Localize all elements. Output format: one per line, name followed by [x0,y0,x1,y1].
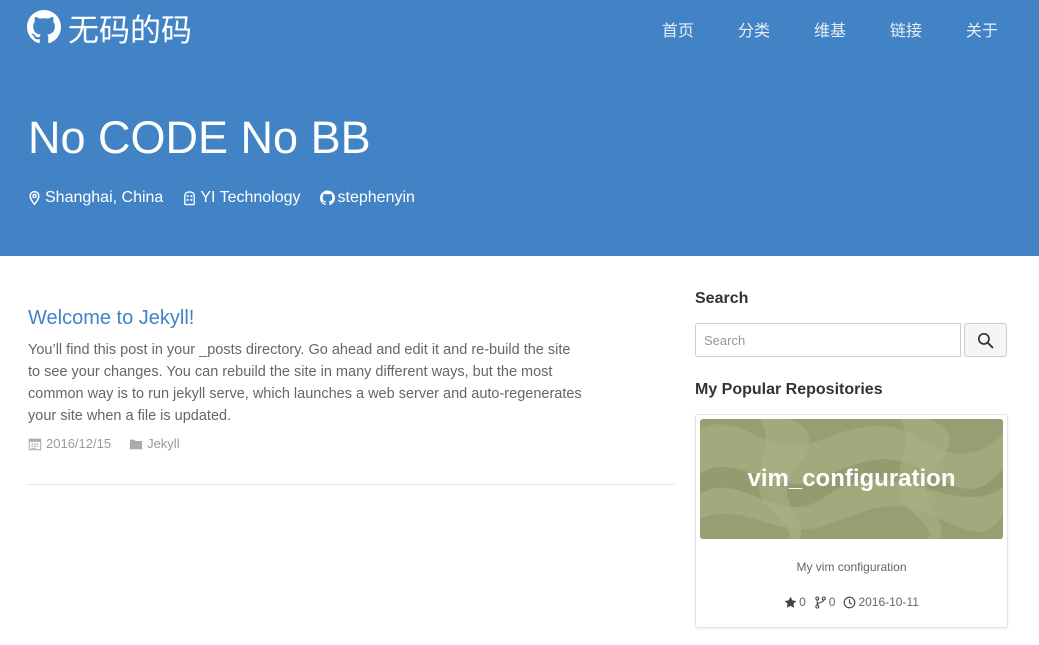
repo-card: vim_configuration My vim configuration 0… [695,414,1008,628]
repo-updated-date: 2016-10-11 [858,595,919,609]
site-header: 无码的码 首页 分类 维基 链接 关于 No CODE No BB Shangh… [0,0,1039,256]
repo-forks-count: 0 [828,595,836,609]
clock-icon [844,596,856,608]
organization-icon [184,191,196,206]
post-excerpt: You’ll find this post in your _posts dir… [28,342,582,424]
profile-meta: Shanghai, China YI Technology stephenyin [27,189,434,207]
folder-icon [129,439,143,449]
search-form [695,323,1008,357]
repo-name-link[interactable]: vim_configuration [700,419,1003,539]
github-username: stephenyin [337,189,415,206]
calendar-icon [28,438,42,450]
map-marker-icon [29,190,40,206]
post-divider [28,484,675,485]
github-icon [27,10,61,44]
fork-icon [815,595,826,609]
repo-stars: 0 [784,595,806,609]
nav-about[interactable]: 关于 [966,20,998,42]
site-title: No CODE No BB [28,112,371,163]
nav-home[interactable]: 首页 [662,20,694,42]
repo-updated: 2016-10-11 [843,595,919,609]
sidebar: Search My Popular Repositories vim_confi… [695,289,1008,628]
post-date: 2016/12/15 [28,436,111,451]
repo-stars-count: 0 [799,595,806,609]
repo-forks: 0 [814,595,836,609]
search-button[interactable] [964,323,1007,357]
main-nav: 首页 分类 维基 链接 关于 [618,20,998,42]
post-category-link[interactable]: Jekyll [147,436,180,451]
nav-links[interactable]: 链接 [890,20,922,42]
brand-name: 无码的码 [68,12,192,49]
location-item: Shanghai, China [27,189,163,207]
post-title-link[interactable]: Welcome to Jekyll! [28,305,588,331]
nav-categories[interactable]: 分类 [738,20,770,42]
post-category: Jekyll [129,436,180,451]
location-text: Shanghai, China [45,189,164,206]
repo-stats: 0 0 2016-10-11 [696,595,1007,609]
repo-description: My vim configuration [796,560,907,574]
star-icon [784,596,797,608]
github-profile-link[interactable]: stephenyin [319,189,415,207]
search-input[interactable] [695,323,961,357]
nav-wiki[interactable]: 维基 [814,20,846,42]
post-meta: 2016/12/15 Jekyll [28,436,588,451]
brand-link[interactable]: 无码的码 [27,9,192,49]
search-icon [977,332,994,348]
company-text: YI Technology [200,189,301,206]
search-heading: Search [695,290,749,307]
github-icon [319,190,335,206]
repos-heading: My Popular Repositories [695,381,883,398]
repo-banner: vim_configuration [700,419,1003,539]
post-entry: Welcome to Jekyll! You’ll find this post… [28,305,588,451]
company-item: YI Technology [182,189,301,207]
post-date-text: 2016/12/15 [46,436,112,451]
